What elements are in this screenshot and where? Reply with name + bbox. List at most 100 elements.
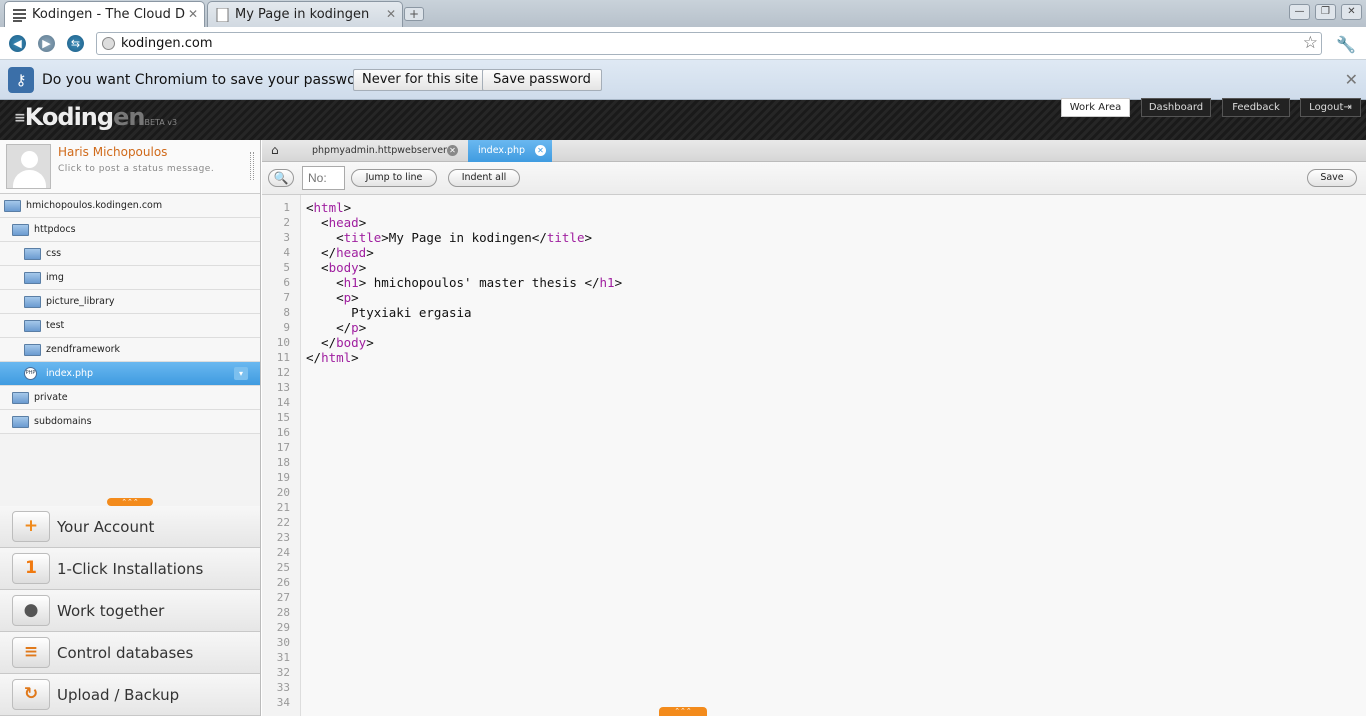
menu-item[interactable]: + Your Account — [0, 506, 260, 548]
line-number: 21 — [276, 501, 290, 514]
item-menu-arrow-icon[interactable]: ▾ — [234, 367, 248, 380]
code-line[interactable]: </head> — [306, 245, 374, 260]
home-icon[interactable]: ⌂ — [271, 143, 279, 157]
logo-mark-icon: ≡ — [14, 110, 26, 126]
tree-item[interactable]: hmichopoulos.kodingen.com — [0, 194, 260, 218]
line-number: 3 — [283, 231, 290, 244]
nav-dashboard[interactable]: Dashboard — [1141, 98, 1211, 117]
kodingen-favicon-icon — [13, 8, 26, 22]
logout-icon: ⇥ — [1343, 102, 1352, 113]
close-tab-icon[interactable]: ✕ — [188, 7, 198, 21]
kodingen-logo[interactable]: ≡KodingenBETA v3 — [14, 103, 177, 131]
code-line[interactable]: Ptyxiaki ergasia — [306, 305, 471, 320]
menu-item[interactable]: ≡ Control databases — [0, 632, 260, 674]
status-message-prompt[interactable]: Click to post a status message. — [58, 164, 214, 174]
code-line[interactable]: <title>My Page in kodingen</title> — [306, 230, 592, 245]
close-infobar-icon[interactable]: ✕ — [1345, 70, 1358, 89]
menu-item[interactable]: ↻ Upload / Backup — [0, 674, 260, 716]
user-name[interactable]: Haris Michopoulos — [58, 145, 167, 159]
code-line[interactable]: <body> — [306, 260, 366, 275]
nav-work-area[interactable]: Work Area — [1061, 98, 1130, 117]
line-number: 11 — [276, 351, 290, 364]
tree-item[interactable]: PHP index.php ▾ — [0, 362, 260, 386]
left-panel: Haris Michopoulos Click to post a status… — [0, 140, 261, 716]
reload-icon[interactable]: ⇆ — [67, 35, 84, 52]
line-number: 26 — [276, 576, 290, 589]
tree-item-label: private — [34, 392, 68, 403]
browser-tab-kodingen[interactable]: Kodingen - The Cloud D ✕ — [4, 1, 205, 27]
menu-item-icon: ↻ — [12, 679, 50, 710]
tree-item[interactable]: private — [0, 386, 260, 410]
tree-item[interactable]: zendframework — [0, 338, 260, 362]
menu-item-icon: 1 — [12, 553, 50, 584]
bookmark-star-icon[interactable]: ☆ — [1303, 33, 1318, 53]
nav-feedback[interactable]: Feedback — [1222, 98, 1290, 117]
new-tab-button[interactable]: + — [404, 7, 424, 21]
logout-label: Logout — [1309, 102, 1344, 113]
profile-scroll-handle[interactable] — [250, 152, 254, 180]
save-password-button[interactable]: Save password — [482, 69, 602, 91]
line-number: 6 — [283, 276, 290, 289]
tree-item[interactable]: picture_library — [0, 290, 260, 314]
folder-icon — [12, 392, 29, 404]
folder-icon — [24, 272, 41, 284]
close-editor-tab-icon[interactable]: ✕ — [535, 145, 546, 156]
editor-tab-phpmyadmin[interactable]: phpmyadmin.httpwebserver ✕ — [302, 140, 464, 162]
minimize-icon[interactable]: — — [1289, 4, 1310, 20]
line-number: 9 — [283, 321, 290, 334]
avatar[interactable] — [6, 144, 51, 189]
close-editor-tab-icon[interactable]: ✕ — [447, 145, 458, 156]
tree-item-label: zendframework — [46, 344, 121, 355]
code-line[interactable]: <p> — [306, 290, 359, 305]
php-file-icon: PHP — [24, 367, 37, 380]
line-number: 19 — [276, 471, 290, 484]
code-line[interactable]: <html> — [306, 200, 351, 215]
maximize-icon[interactable]: ❐ — [1315, 4, 1336, 20]
menu-item[interactable]: ● Work together — [0, 590, 260, 632]
code-line[interactable]: </body> — [306, 335, 374, 350]
menu-item-label: 1-Click Installations — [57, 560, 204, 578]
logo-en-text: en — [113, 103, 145, 131]
url-text[interactable]: kodingen.com — [121, 36, 213, 51]
address-bar[interactable]: kodingen.com ☆ — [96, 32, 1322, 55]
browser-tab-my-page[interactable]: My Page in kodingen ✕ — [207, 1, 403, 27]
forward-icon[interactable]: ▶ — [38, 35, 55, 52]
code-line[interactable]: <head> — [306, 215, 366, 230]
folder-icon — [24, 320, 41, 332]
code-line[interactable]: </html> — [306, 350, 359, 365]
browser-tab-strip: Kodingen - The Cloud D ✕ My Page in kodi… — [0, 0, 1366, 27]
wrench-icon[interactable]: 🔧 — [1336, 35, 1356, 54]
tree-resize-handle[interactable]: ⌃⌃⌃ — [107, 498, 153, 506]
editor-resize-handle[interactable]: ⌃⌃⌃ — [659, 707, 707, 716]
folder-icon — [24, 248, 41, 260]
editor-tab-label: index.php — [478, 145, 526, 156]
line-number: 28 — [276, 606, 290, 619]
editor-tab-index-php[interactable]: index.php ✕ — [468, 140, 552, 162]
code-line[interactable]: </p> — [306, 320, 366, 335]
menu-item[interactable]: 1 1-Click Installations — [0, 548, 260, 590]
editor-toolbar: 🔍 Jump to line Indent all Save — [262, 162, 1366, 195]
tree-item-label: img — [46, 272, 64, 283]
tree-item-label: subdomains — [34, 416, 92, 427]
tree-item[interactable]: httpdocs — [0, 218, 260, 242]
search-icon[interactable]: 🔍 — [268, 169, 294, 187]
tree-item[interactable]: img — [0, 266, 260, 290]
jump-to-line-button[interactable]: Jump to line — [351, 169, 437, 187]
never-for-this-site-button[interactable]: Never for this site — [353, 69, 488, 91]
code-area[interactable]: 1 2 3 4 5 6 7 8 9 10 11 12 13 14 15 16 17 18 19 20 21 22 23 24 2… — [262, 195, 1366, 716]
line-number-input[interactable] — [302, 166, 345, 190]
code-line[interactable]: <h1> hmichopoulos' master thesis </h1> — [306, 275, 622, 290]
indent-all-button[interactable]: Indent all — [448, 169, 520, 187]
nav-logout[interactable]: Logout⇥ — [1300, 98, 1361, 117]
line-number: 4 — [283, 246, 290, 259]
line-number: 34 — [276, 696, 290, 709]
tree-item[interactable]: test — [0, 314, 260, 338]
line-number: 31 — [276, 651, 290, 664]
logo-beta-text: BETA v3 — [144, 118, 178, 127]
tree-item[interactable]: subdomains — [0, 410, 260, 434]
save-button[interactable]: Save — [1307, 169, 1357, 187]
close-window-icon[interactable]: ✕ — [1341, 4, 1362, 20]
back-icon[interactable]: ◀ — [9, 35, 26, 52]
close-tab-icon[interactable]: ✕ — [386, 7, 396, 21]
tree-item[interactable]: css — [0, 242, 260, 266]
